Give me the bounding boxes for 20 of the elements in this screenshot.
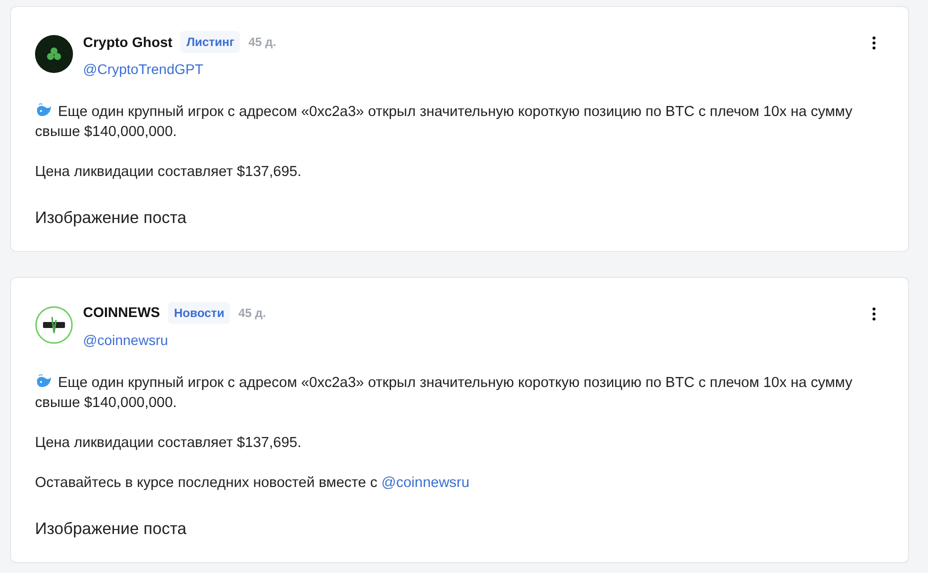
post-image-label: Изображение поста — [35, 208, 188, 229]
category-tag[interactable]: Листинг — [180, 31, 240, 53]
post-text: Цена ликвидации составляет $137,695. — [35, 163, 302, 182]
post-text: Еще один крупный игрок с адресом «0xc2a3» открыл значительную короткую позицию по BTC с плечом 10x на сумму свыше $140,000,000. — [35, 102, 854, 142]
post-time: 45 д. — [248, 34, 276, 51]
post-text: Цена ликвидации составляет $137,695. — [35, 434, 302, 453]
post-time: 45 д. — [238, 304, 266, 322]
post-text: Еще один крупный игрок с адресом «0xc2a3» открыл значительную короткую позицию по BTC с плечом 10x на сумму свыше $140,000,000. — [35, 372, 854, 413]
author-name[interactable]: Crypto Ghost — [83, 32, 172, 52]
post-image-label: Изображение поста — [35, 518, 188, 540]
more-icon — [872, 36, 876, 50]
avatar-icon — [35, 35, 73, 73]
more-icon — [872, 306, 876, 321]
post-text: Оставайтесь в курсе последних новостей вместе с @coinnewsru — [35, 474, 470, 493]
author-name[interactable]: COINNEWS — [83, 302, 160, 324]
avatar-icon — [35, 306, 73, 344]
category-tag[interactable]: Новости — [168, 302, 230, 324]
mention-link[interactable]: @coinnewsru — [381, 474, 470, 491]
author-handle[interactable]: @CryptoTrendGPT — [83, 59, 204, 80]
author-handle[interactable]: @coinnewsru — [83, 330, 168, 351]
